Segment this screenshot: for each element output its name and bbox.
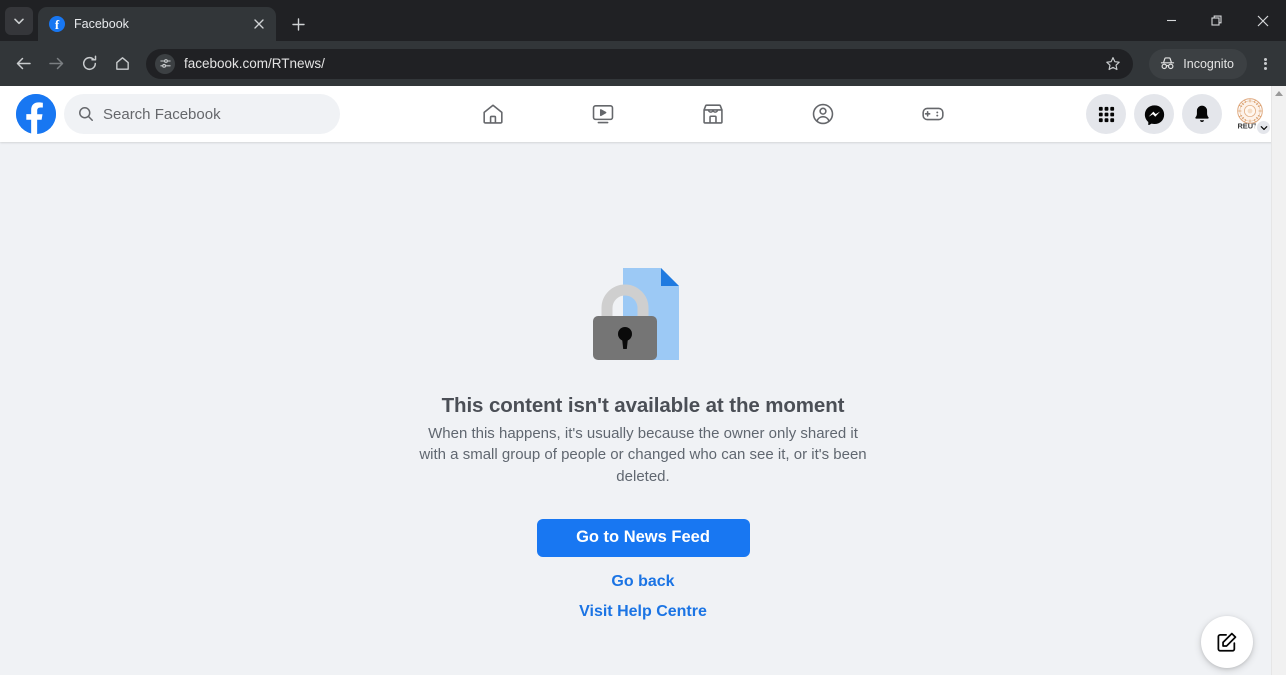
tab-strip: f Facebook xyxy=(0,0,1286,41)
page-title: This content isn't available at the mome… xyxy=(441,394,845,417)
window-minimize-button[interactable] xyxy=(1148,0,1194,41)
tab-close-button[interactable] xyxy=(250,15,268,33)
new-tab-button[interactable] xyxy=(284,10,312,38)
facebook-favicon-icon: f xyxy=(49,16,65,32)
grid-apps-icon xyxy=(1098,106,1114,122)
triangle-up-icon xyxy=(1275,91,1283,96)
gamepad-icon xyxy=(922,107,944,121)
bookmark-button[interactable] xyxy=(1099,50,1127,78)
nav-tabs xyxy=(340,90,1086,138)
search-icon xyxy=(79,107,93,121)
window-maximize-button[interactable] xyxy=(1194,0,1240,41)
account-avatar-wrap[interactable]: REUTE xyxy=(1230,94,1272,136)
nav-right-group: REUTE xyxy=(1086,94,1272,136)
sidebar-item-home[interactable] xyxy=(438,90,548,138)
error-body-text: When this happens, it's usually because … xyxy=(419,425,867,485)
facebook-logo-icon[interactable] xyxy=(16,94,56,134)
restore-icon xyxy=(1211,15,1222,26)
star-icon xyxy=(1106,56,1121,70)
messenger-button[interactable] xyxy=(1134,94,1174,134)
groups-icon xyxy=(812,103,834,125)
go-to-news-feed-button[interactable]: Go to News Feed xyxy=(536,518,750,557)
facebook-f-glyph-icon xyxy=(16,94,56,134)
home-button[interactable] xyxy=(106,48,138,80)
bell-icon xyxy=(1195,105,1209,122)
home-icon xyxy=(483,104,503,124)
arrow-left-icon xyxy=(16,57,31,70)
locked-document-glyph-icon xyxy=(593,268,679,360)
incognito-label: Incognito xyxy=(1183,56,1234,71)
back-button[interactable] xyxy=(7,48,39,80)
reload-button[interactable] xyxy=(73,48,105,80)
minimize-icon xyxy=(1166,19,1176,22)
close-icon xyxy=(1257,15,1269,26)
page-viewport: Search Facebook REUTE This content isn't… xyxy=(0,86,1286,675)
browser-window: f Facebook facebook.com/RTnews/ Incognit… xyxy=(0,0,1286,675)
reload-icon xyxy=(82,55,96,70)
tab-search-button[interactable] xyxy=(5,7,33,35)
arrow-right-icon xyxy=(48,57,63,70)
notifications-button[interactable] xyxy=(1182,94,1222,134)
nav-left-group: Search Facebook xyxy=(16,94,340,134)
browser-tab-facebook[interactable]: f Facebook xyxy=(38,7,276,41)
video-play-icon xyxy=(592,105,614,124)
three-dots-vertical-icon xyxy=(1263,56,1267,71)
page-scrollbar[interactable] xyxy=(1271,86,1286,675)
forward-button[interactable] xyxy=(40,48,72,80)
visit-help-centre-link[interactable]: Visit Help Centre xyxy=(579,603,707,621)
address-bar[interactable]: facebook.com/RTnews/ xyxy=(146,48,1134,79)
tab-title: Facebook xyxy=(74,17,129,31)
window-close-button[interactable] xyxy=(1240,0,1286,41)
incognito-hat-icon xyxy=(1161,57,1175,70)
url-text[interactable]: facebook.com/RTnews/ xyxy=(184,56,1099,71)
account-dropdown-badge[interactable] xyxy=(1255,119,1272,136)
sidebar-item-video[interactable] xyxy=(548,90,658,138)
browser-toolbar: facebook.com/RTnews/ Incognito xyxy=(0,41,1286,86)
error-content: This content isn't available at the mome… xyxy=(0,142,1286,675)
sidebar-item-gaming[interactable] xyxy=(878,90,988,138)
incognito-indicator[interactable]: Incognito xyxy=(1149,48,1247,79)
tune-sliders-icon xyxy=(159,59,171,68)
go-back-link[interactable]: Go back xyxy=(611,573,674,591)
storefront-icon xyxy=(703,104,723,124)
menu-grid-button[interactable] xyxy=(1086,94,1126,134)
plus-icon xyxy=(291,17,305,31)
locked-document-icon xyxy=(587,264,699,368)
sidebar-item-groups[interactable] xyxy=(768,90,878,138)
sidebar-item-marketplace[interactable] xyxy=(658,90,768,138)
scrollbar-track[interactable] xyxy=(1272,101,1286,675)
compose-edit-icon xyxy=(1217,632,1237,652)
home-icon xyxy=(115,57,129,70)
chevron-down-icon xyxy=(14,18,24,25)
close-icon xyxy=(254,19,264,29)
compose-button[interactable] xyxy=(1201,616,1253,668)
search-placeholder: Search Facebook xyxy=(103,105,221,123)
facebook-top-nav: Search Facebook REUTE xyxy=(0,86,1286,142)
site-info-button[interactable] xyxy=(155,53,175,74)
messenger-icon xyxy=(1144,104,1164,125)
chevron-down-icon xyxy=(1260,125,1267,130)
search-input[interactable]: Search Facebook xyxy=(64,94,340,134)
scroll-up-button[interactable] xyxy=(1272,86,1286,101)
browser-menu-button[interactable] xyxy=(1251,49,1279,79)
